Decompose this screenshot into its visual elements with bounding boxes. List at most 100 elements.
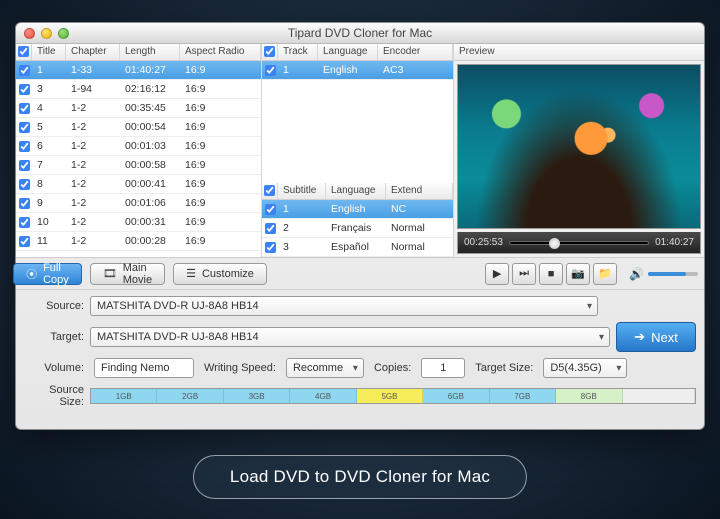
cell-extend: NC bbox=[386, 203, 453, 215]
main-movie-button[interactable]: 🎞 Main Movie bbox=[90, 263, 165, 285]
titles-header: Title Chapter Length Aspect Radio bbox=[16, 44, 261, 61]
row-checkbox[interactable] bbox=[19, 160, 30, 171]
table-row[interactable]: 2 Français Normal bbox=[262, 219, 453, 238]
table-row[interactable]: 7 1-2 00:00:58 16:9 bbox=[16, 156, 261, 175]
row-checkbox[interactable] bbox=[19, 122, 30, 133]
cell-title: 11 bbox=[32, 235, 66, 247]
seek-thumb[interactable] bbox=[549, 238, 560, 249]
titles-check-all[interactable] bbox=[18, 46, 29, 57]
preview-video[interactable] bbox=[457, 64, 701, 229]
col-sub-lang[interactable]: Language bbox=[326, 183, 386, 199]
row-checkbox[interactable] bbox=[19, 217, 30, 228]
col-track[interactable]: Track bbox=[278, 44, 318, 60]
cell-length: 00:00:28 bbox=[120, 235, 180, 247]
table-row[interactable]: 11 1-2 00:00:28 16:9 bbox=[16, 232, 261, 251]
time-position: 00:25:53 bbox=[464, 237, 503, 248]
cell-chapter: 1-2 bbox=[66, 216, 120, 228]
table-row[interactable]: 1 1-33 01:40:27 16:9 bbox=[16, 61, 261, 80]
row-checkbox[interactable] bbox=[265, 65, 276, 76]
volume-input[interactable]: Finding Nemo bbox=[94, 358, 194, 378]
gauge-segment: 7GB bbox=[490, 389, 556, 403]
cell-encoder: AC3 bbox=[378, 64, 453, 76]
cell-lang: English bbox=[318, 64, 378, 76]
video-frame bbox=[458, 65, 700, 228]
folder-icon: 📁 bbox=[598, 267, 612, 280]
col-track-lang[interactable]: Language bbox=[318, 44, 378, 60]
subtitles-check-all[interactable] bbox=[264, 185, 275, 196]
col-encoder[interactable]: Encoder bbox=[378, 44, 453, 60]
cell-chapter: 1-33 bbox=[66, 64, 120, 76]
tracks-header: Track Language Encoder bbox=[262, 44, 453, 61]
mode-row: ⦿ Full Copy 🎞 Main Movie ☰ Customize ▶ ⏭… bbox=[16, 258, 704, 290]
customize-button[interactable]: ☰ Customize bbox=[173, 263, 267, 285]
table-row[interactable]: 9 1-2 00:01:06 16:9 bbox=[16, 194, 261, 213]
cell-aspect: 16:9 bbox=[180, 140, 261, 152]
full-copy-button[interactable]: ⦿ Full Copy bbox=[13, 263, 82, 285]
cell-subtitle: 3 bbox=[278, 241, 326, 253]
preview-label: Preview bbox=[454, 44, 704, 60]
row-checkbox[interactable] bbox=[19, 198, 30, 209]
row-checkbox[interactable] bbox=[19, 84, 30, 95]
cell-length: 00:00:41 bbox=[120, 178, 180, 190]
snapshot-button[interactable]: 📷 bbox=[566, 263, 590, 285]
table-row[interactable]: 4 1-2 00:35:45 16:9 bbox=[16, 99, 261, 118]
open-folder-button[interactable]: 📁 bbox=[593, 263, 617, 285]
copies-stepper[interactable]: 1 bbox=[421, 358, 465, 378]
col-chapter[interactable]: Chapter bbox=[66, 44, 120, 60]
cell-title: 5 bbox=[32, 121, 66, 133]
next-frame-button[interactable]: ⏭ bbox=[512, 263, 536, 285]
row-checkbox[interactable] bbox=[19, 141, 30, 152]
time-duration: 01:40:27 bbox=[655, 237, 694, 248]
col-length[interactable]: Length bbox=[120, 44, 180, 60]
cell-length: 02:16:12 bbox=[120, 83, 180, 95]
col-extend[interactable]: Extend bbox=[386, 183, 453, 199]
table-row[interactable]: 1 English AC3 bbox=[262, 61, 453, 80]
row-checkbox[interactable] bbox=[19, 103, 30, 114]
settings-form: Source: MATSHITA DVD-R UJ-8A8 HB14 Targe… bbox=[16, 290, 704, 412]
row-checkbox[interactable] bbox=[265, 242, 276, 253]
table-row[interactable]: 1 English NC bbox=[262, 200, 453, 219]
row-checkbox[interactable] bbox=[265, 204, 276, 215]
stop-button[interactable]: ■ bbox=[539, 263, 563, 285]
titlebar: Tipard DVD Cloner for Mac bbox=[16, 23, 704, 44]
cell-length: 00:01:06 bbox=[120, 197, 180, 209]
cell-chapter: 1-2 bbox=[66, 102, 120, 114]
row-checkbox[interactable] bbox=[19, 65, 30, 76]
col-aspect[interactable]: Aspect Radio bbox=[180, 44, 261, 60]
cell-aspect: 16:9 bbox=[180, 216, 261, 228]
source-select[interactable]: MATSHITA DVD-R UJ-8A8 HB14 bbox=[90, 296, 598, 316]
table-row[interactable]: 5 1-2 00:00:54 16:9 bbox=[16, 118, 261, 137]
table-row[interactable]: 6 1-2 00:01:03 16:9 bbox=[16, 137, 261, 156]
table-row[interactable]: 10 1-2 00:00:31 16:9 bbox=[16, 213, 261, 232]
cell-aspect: 16:9 bbox=[180, 197, 261, 209]
table-row[interactable]: 8 1-2 00:00:41 16:9 bbox=[16, 175, 261, 194]
target-size-select[interactable]: D5(4.35G) bbox=[543, 358, 627, 378]
row-checkbox[interactable] bbox=[265, 223, 276, 234]
timebar: 00:25:53 01:40:27 bbox=[457, 232, 701, 254]
next-button[interactable]: ➔ Next bbox=[616, 322, 696, 352]
target-select[interactable]: MATSHITA DVD-R UJ-8A8 HB14 bbox=[90, 327, 610, 347]
row-checkbox[interactable] bbox=[19, 179, 30, 190]
table-row[interactable]: 3 1-94 02:16:12 16:9 bbox=[16, 80, 261, 99]
volume-icon: 🔊 bbox=[629, 267, 644, 281]
preview-pane: Preview 00:25:53 01:40:27 bbox=[454, 44, 704, 257]
caption-button[interactable]: Load DVD to DVD Cloner for Mac bbox=[193, 455, 527, 499]
play-button[interactable]: ▶ bbox=[485, 263, 509, 285]
cell-chapter: 1-2 bbox=[66, 121, 120, 133]
cell-extend: Normal bbox=[386, 241, 453, 253]
cell-length: 00:35:45 bbox=[120, 102, 180, 114]
col-title[interactable]: Title bbox=[32, 44, 66, 60]
cell-track: 1 bbox=[278, 64, 318, 76]
speed-select[interactable]: Recomme bbox=[286, 358, 364, 378]
volume-slider[interactable] bbox=[648, 272, 698, 276]
seek-slider[interactable] bbox=[509, 241, 649, 245]
table-row[interactable]: 3 Español Normal bbox=[262, 238, 453, 257]
row-checkbox[interactable] bbox=[19, 236, 30, 247]
play-icon: ▶ bbox=[493, 267, 501, 280]
col-subtitle[interactable]: Subtitle bbox=[278, 183, 326, 199]
audio-subtitle-pane: Track Language Encoder 1 English AC3 Sub… bbox=[262, 44, 454, 257]
tracks-check-all[interactable] bbox=[264, 46, 275, 57]
subtitles-header: Subtitle Language Extend bbox=[262, 183, 453, 200]
cell-title: 4 bbox=[32, 102, 66, 114]
gauge-segment: 6GB bbox=[423, 389, 489, 403]
